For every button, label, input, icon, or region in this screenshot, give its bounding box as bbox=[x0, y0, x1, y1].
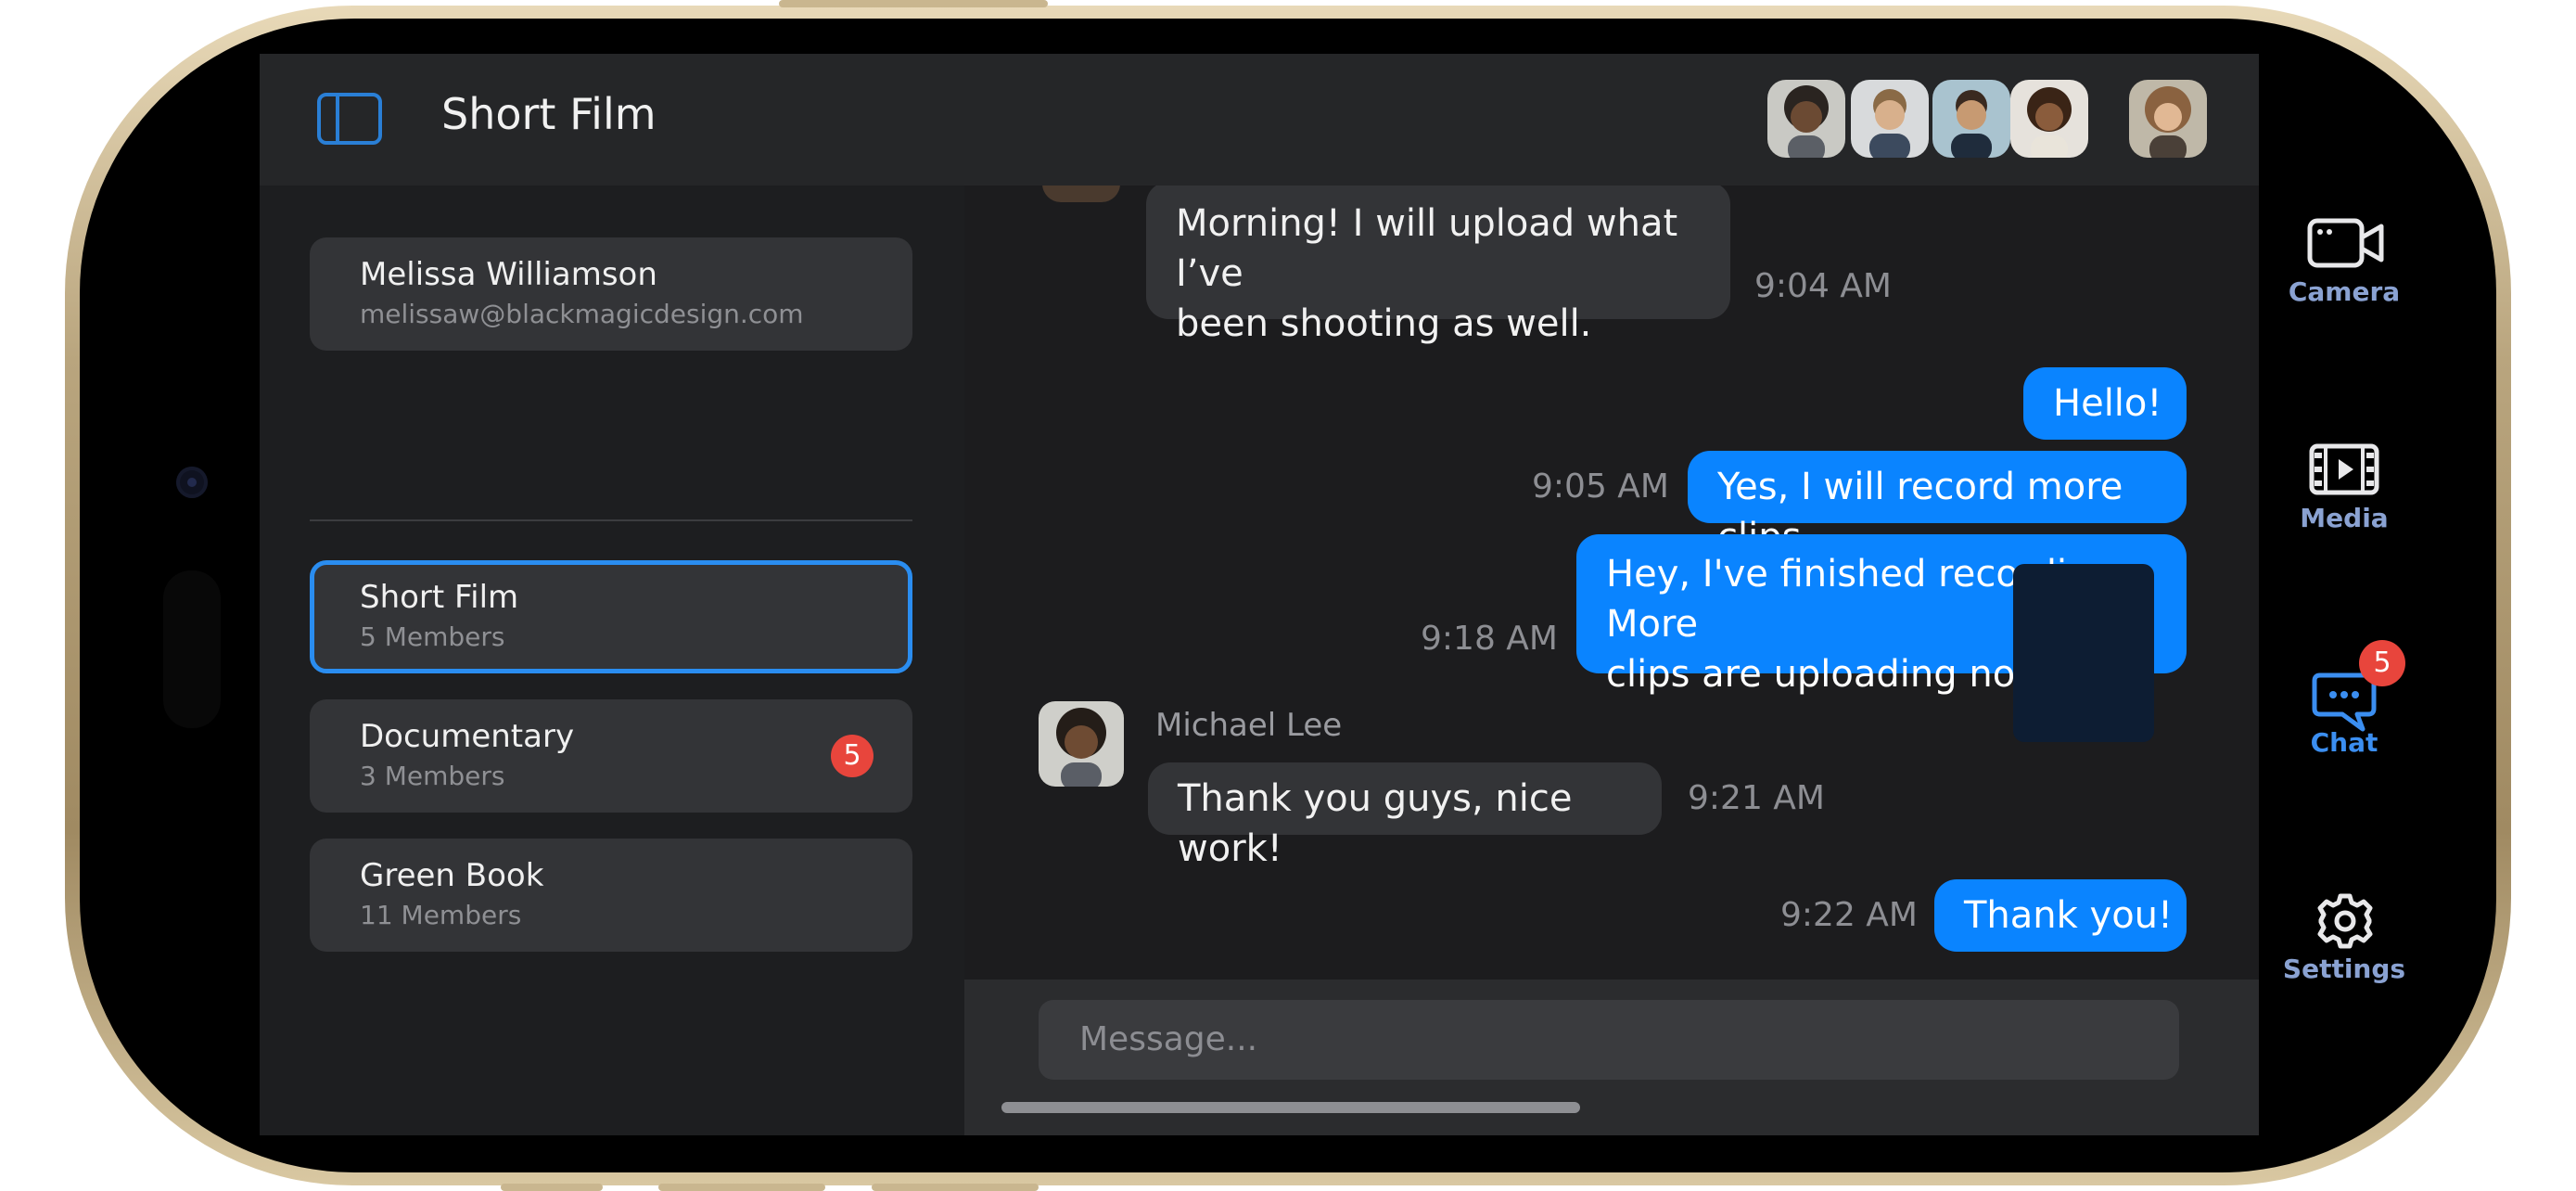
volume-button bbox=[779, 0, 1048, 7]
message-input[interactable] bbox=[1039, 1000, 2179, 1080]
nav-label: Chat bbox=[2310, 727, 2378, 758]
member-avatar[interactable] bbox=[1932, 80, 2010, 158]
message-time: 9:05 AM bbox=[1532, 467, 1669, 506]
sensor-housing bbox=[163, 570, 221, 728]
channel-name: Green Book bbox=[360, 857, 544, 894]
channel-item-green-book[interactable]: Green Book 11 Members bbox=[310, 839, 912, 952]
side-button bbox=[501, 1184, 603, 1191]
user-email: melissaw@blackmagicdesign.com bbox=[360, 299, 804, 329]
divider bbox=[310, 519, 912, 521]
message-time: 9:18 AM bbox=[1421, 620, 1558, 658]
message-text: Morning! I will upload what I’ve bbox=[1176, 202, 1678, 295]
message-bubble[interactable]: Morning! I will upload what I’ve been sh… bbox=[1146, 186, 1730, 345]
app-screen: Short Film Melissa Williamson melissaw@b… bbox=[260, 54, 2259, 1135]
message-bubble[interactable]: Thank you guys, nice work! bbox=[1148, 762, 1662, 870]
nav-item-camera[interactable]: Camera bbox=[2270, 215, 2418, 317]
sender-avatar bbox=[1042, 186, 1120, 202]
nav-label: Settings bbox=[2282, 954, 2406, 984]
film-strip-icon bbox=[2309, 443, 2379, 495]
channel-members: 11 Members bbox=[360, 900, 522, 930]
side-button bbox=[658, 1184, 825, 1191]
camera-icon bbox=[2307, 218, 2384, 268]
message-time: 9:22 AM bbox=[1780, 896, 1918, 934]
nav-item-media[interactable]: Media bbox=[2270, 443, 2418, 545]
front-camera bbox=[176, 467, 208, 498]
message-bubble[interactable]: Thank you! bbox=[1934, 879, 2187, 952]
channel-item-documentary[interactable]: Documentary 3 Members 5 bbox=[310, 699, 912, 813]
sender-avatar[interactable] bbox=[1039, 701, 1124, 787]
message-time: 9:04 AM bbox=[1754, 267, 1892, 305]
message-time: 9:21 AM bbox=[1688, 779, 1825, 817]
message-bubble[interactable]: Yes, I will record more clips bbox=[1688, 451, 2187, 558]
sender-name: Michael Lee bbox=[1155, 707, 1343, 744]
channel-sidebar: Melissa Williamson melissaw@blackmagicde… bbox=[260, 186, 964, 1135]
page-title: Short Film bbox=[441, 89, 657, 139]
user-name: Melissa Williamson bbox=[360, 256, 657, 293]
channel-members: 5 Members bbox=[360, 621, 505, 652]
member-avatar[interactable] bbox=[2010, 80, 2088, 158]
user-profile-card[interactable]: Melissa Williamson melissaw@blackmagicde… bbox=[310, 237, 912, 351]
member-avatar[interactable] bbox=[1851, 80, 1929, 158]
chat-unread-badge: 5 bbox=[2359, 640, 2405, 686]
nav-label: Media bbox=[2300, 503, 2389, 533]
message-bubble[interactable]: Hello! bbox=[2023, 367, 2187, 440]
member-avatar[interactable] bbox=[1767, 80, 1845, 158]
composer-bar bbox=[964, 980, 2259, 1135]
side-button bbox=[872, 1184, 1039, 1191]
nav-item-chat[interactable]: 5 Chat bbox=[2270, 640, 2418, 770]
home-indicator[interactable] bbox=[1001, 1102, 1580, 1113]
channel-name: Short Film bbox=[360, 579, 519, 616]
channel-name: Documentary bbox=[360, 718, 575, 755]
nav-active-highlight bbox=[2013, 564, 2154, 742]
sidebar-toggle-icon[interactable] bbox=[317, 93, 382, 145]
current-user-avatar[interactable] bbox=[2129, 80, 2207, 158]
nav-label: Camera bbox=[2288, 276, 2401, 307]
channel-members: 3 Members bbox=[360, 761, 505, 791]
unread-badge: 5 bbox=[831, 735, 874, 777]
channel-item-short-film[interactable]: Short Film 5 Members bbox=[310, 560, 912, 673]
top-bar: Short Film bbox=[260, 54, 2259, 186]
gear-icon bbox=[2317, 893, 2373, 949]
nav-item-settings[interactable]: Settings bbox=[2270, 892, 2418, 994]
message-text: been shooting as well. bbox=[1176, 302, 1592, 345]
